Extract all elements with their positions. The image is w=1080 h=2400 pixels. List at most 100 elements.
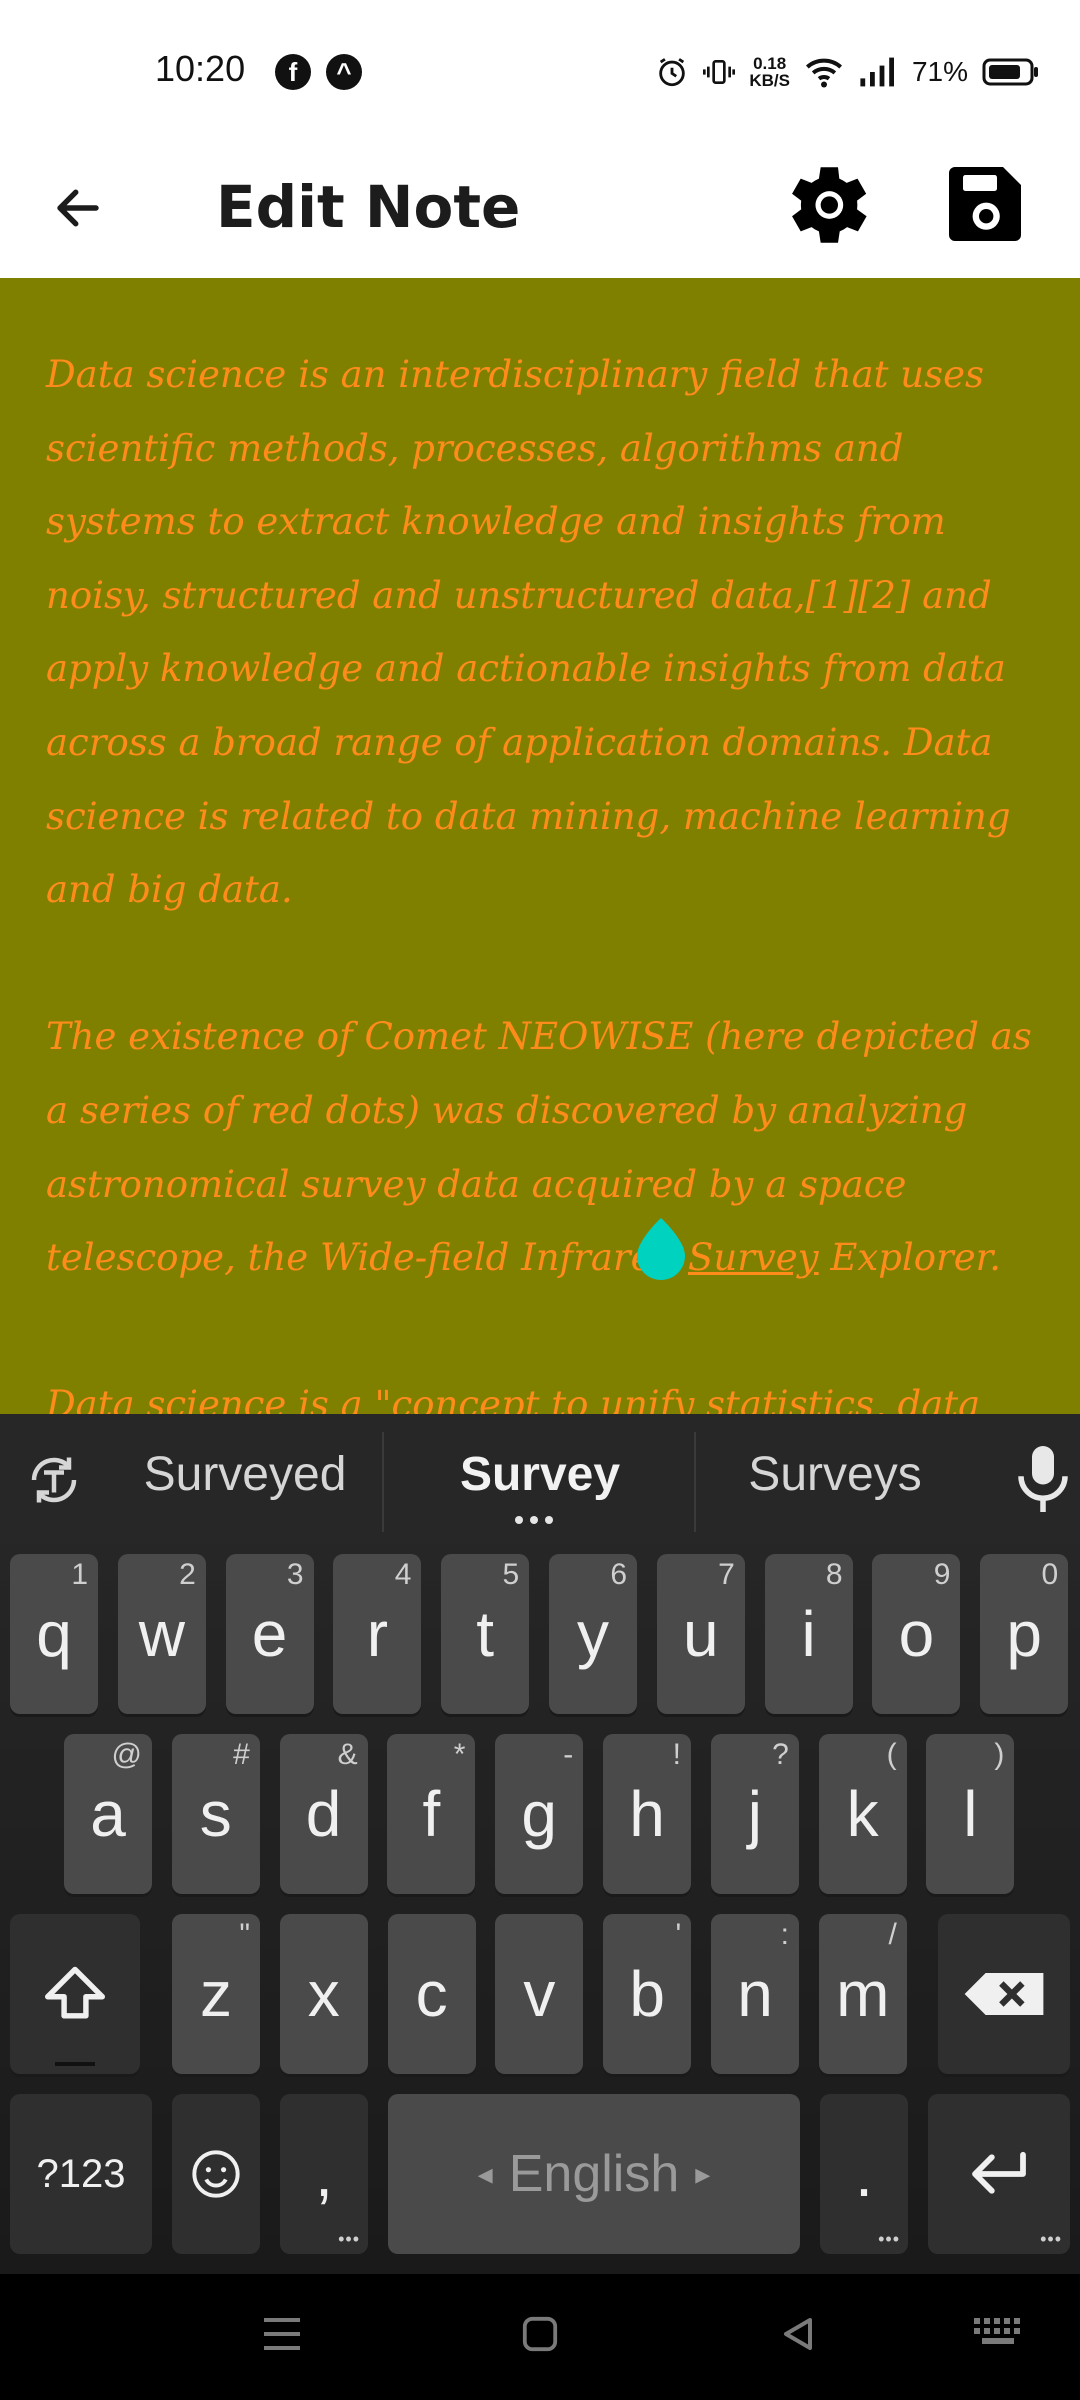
key-hint: 6: [610, 1558, 627, 1591]
home-icon: [522, 2316, 558, 2352]
enter-key[interactable]: •••: [928, 2094, 1070, 2254]
suggestion-center[interactable]: Survey: [390, 1434, 690, 1514]
emoji-icon: [192, 2150, 240, 2198]
settings-button[interactable]: [770, 150, 880, 260]
gear-icon: [792, 167, 867, 243]
key-c[interactable]: c: [387, 1914, 476, 2074]
back-button[interactable]: [38, 168, 118, 248]
key-label: z: [200, 1958, 232, 2030]
key-x[interactable]: x: [279, 1914, 368, 2074]
key-hint: 2: [179, 1558, 196, 1591]
arrow-left-icon: [57, 189, 99, 227]
key-label: c: [415, 1958, 448, 2030]
emoji-key[interactable]: [172, 2094, 260, 2254]
key-p[interactable]: p0: [980, 1554, 1069, 1714]
key-hint: :: [780, 1918, 789, 1951]
key-r[interactable]: r4: [333, 1554, 422, 1714]
key-e[interactable]: e3: [225, 1554, 314, 1714]
key-l[interactable]: l): [926, 1734, 1015, 1894]
shift-key[interactable]: [10, 1914, 140, 2074]
key-label: f: [422, 1778, 441, 1850]
more-suggestions-icon[interactable]: [515, 1516, 553, 1524]
key-m[interactable]: m /: [818, 1914, 907, 2074]
enter-icon: [972, 2151, 1026, 2194]
voice-input-button[interactable]: [1010, 1442, 1076, 1520]
key-t[interactable]: t5: [441, 1554, 530, 1714]
key-label: y: [577, 1598, 609, 1670]
key-q[interactable]: q1: [10, 1554, 98, 1714]
backspace-key[interactable]: [938, 1914, 1070, 2074]
selected-word[interactable]: Survey: [688, 1236, 819, 1279]
key-label: v: [523, 1958, 556, 2030]
back-nav-button[interactable]: [768, 2304, 828, 2364]
key-y[interactable]: y6: [549, 1554, 637, 1714]
signal-icon: [860, 57, 894, 87]
save-button[interactable]: [930, 150, 1040, 260]
key-s[interactable]: s #: [171, 1734, 260, 1894]
note-editor[interactable]: Data science is an interdisciplinary fie…: [0, 278, 1080, 1414]
key-w[interactable]: w2: [117, 1554, 206, 1714]
triangle-back-icon: [784, 2318, 812, 2350]
key-hint: @: [111, 1738, 142, 1771]
note-text[interactable]: Data science is an interdisciplinary fie…: [46, 338, 1036, 1414]
key-h[interactable]: h!: [603, 1734, 691, 1894]
status-right: 0.18 KB/S 71%: [655, 50, 1040, 94]
period-key[interactable]: . •••: [820, 2094, 908, 2254]
key-label: h: [629, 1778, 665, 1850]
alarm-icon: [659, 58, 686, 87]
key-hint: 7: [718, 1558, 735, 1591]
key-i[interactable]: i8: [764, 1554, 853, 1714]
key-o[interactable]: o9: [872, 1554, 961, 1714]
key-k[interactable]: k(: [818, 1734, 907, 1894]
key-hint: 0: [1041, 1558, 1059, 1591]
key-label: g: [521, 1778, 557, 1850]
key-g[interactable]: g-: [495, 1734, 584, 1894]
text-cursor-handle[interactable]: [631, 1218, 691, 1282]
suggestion-left[interactable]: Surveyed: [110, 1434, 380, 1514]
space-key[interactable]: ◂ English ▸: [388, 2094, 800, 2254]
recent-apps-button[interactable]: [252, 2304, 312, 2364]
note-paragraph: The existence of Comet NEOWISE (here dep…: [46, 1000, 1036, 1294]
key-n[interactable]: n:: [711, 1914, 799, 2074]
key-b[interactable]: b ': [603, 1914, 692, 2074]
key-j[interactable]: j?: [710, 1734, 799, 1894]
battery-percent: 71%: [911, 56, 968, 87]
app-icon: ^: [326, 54, 362, 90]
key-u[interactable]: u7: [656, 1554, 745, 1714]
note-paragraph: Data science is an interdisciplinary fie…: [46, 353, 1011, 912]
keyboard-switch-button[interactable]: [968, 2304, 1028, 2364]
key-label: p: [1006, 1598, 1042, 1670]
microphone-icon: [1018, 1446, 1068, 1512]
symbols-key[interactable]: ?123: [10, 2094, 152, 2254]
floppy-disk-icon: [949, 167, 1021, 241]
key-label: a: [90, 1778, 126, 1850]
wifi-icon: [805, 58, 842, 88]
key-v[interactable]: v: [495, 1914, 584, 2074]
suggestion-divider: [694, 1432, 696, 1532]
menu-icon: [264, 2318, 300, 2350]
shift-indicator: [55, 2062, 95, 2066]
key-a[interactable]: a @: [64, 1734, 152, 1894]
facebook-icon: f: [275, 54, 311, 90]
home-button[interactable]: [510, 2304, 570, 2364]
key-label: s: [199, 1778, 232, 1850]
battery-icon: [982, 58, 1038, 86]
key-label: t: [476, 1598, 495, 1670]
suggestion-right[interactable]: Surveys: [700, 1434, 970, 1514]
key-label: j: [747, 1778, 762, 1850]
comma-key[interactable]: , •••: [280, 2094, 368, 2254]
suggestion-strip: Surveyed Survey Surveys: [0, 1414, 1080, 1544]
key-label: i: [801, 1598, 816, 1670]
translate-button[interactable]: [24, 1450, 84, 1514]
translate-icon: [31, 1457, 77, 1503]
key-d[interactable]: d &: [279, 1734, 368, 1894]
vibrate-icon: [703, 60, 736, 84]
more-icon: •••: [338, 2229, 360, 2249]
key-hint: ': [675, 1918, 682, 1951]
key-f[interactable]: f *: [387, 1734, 476, 1894]
key-hint: 8: [825, 1558, 843, 1591]
key-z[interactable]: z ": [172, 1914, 260, 2074]
chevron-left-icon: ◂: [477, 2157, 493, 2191]
key-label: u: [683, 1598, 719, 1670]
key-label: r: [366, 1598, 389, 1670]
